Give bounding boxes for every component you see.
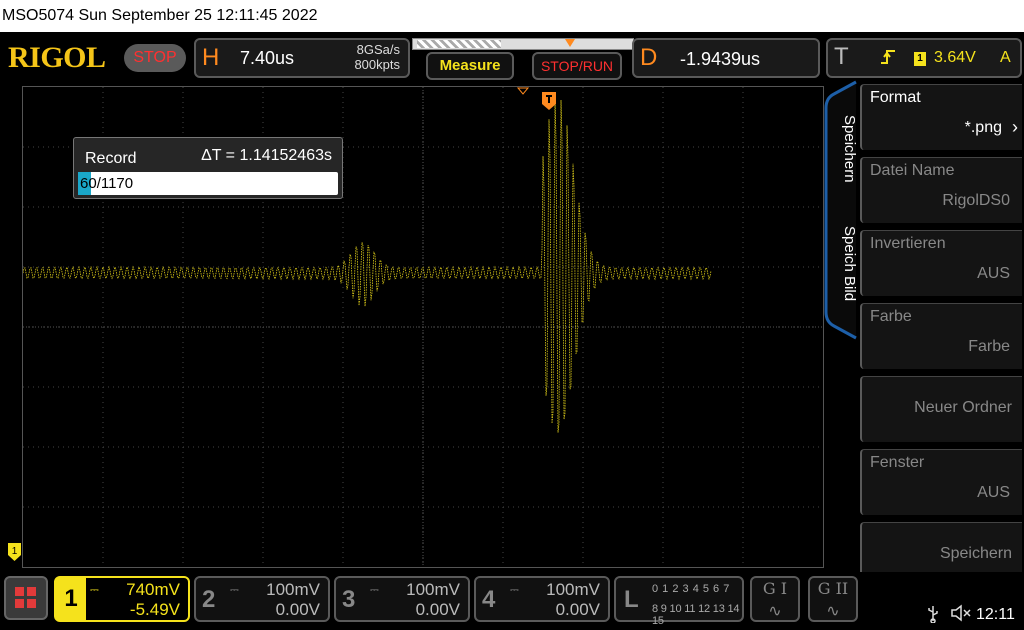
menu-item-farbe[interactable]: Farbe Farbe	[860, 303, 1022, 369]
delay-label: D	[640, 44, 658, 71]
logic-analyzer-box[interactable]: L 0 1 2 3 4 5 6 7 8 9 10 11 12 13 14 15	[614, 576, 744, 627]
menu-item-value: RigolDS0	[942, 192, 1010, 209]
memory-position-bar	[412, 38, 634, 50]
memory-window-indicator	[417, 40, 501, 48]
rising-edge-icon	[880, 48, 896, 71]
channel-scale: 740mV	[126, 580, 180, 599]
channel-offset: 0.00V	[275, 600, 320, 619]
trigger-source: 1	[914, 52, 926, 66]
generator-2-label: G II	[817, 579, 849, 598]
channel-2-box[interactable]: 2 ⎓ 100mV 0.00V	[194, 576, 330, 622]
menu-item-label: Invertieren	[870, 235, 946, 252]
menu-item-value: AUS	[977, 484, 1010, 501]
trigger-level-marker-icon[interactable]	[542, 92, 556, 110]
menu-item-label: Fenster	[870, 454, 925, 471]
svg-text:1: 1	[12, 546, 18, 557]
channel-number: 4	[482, 586, 496, 613]
measure-button[interactable]: Measure	[426, 52, 514, 80]
dc-coupling-icon: ⎓	[90, 584, 99, 596]
channel-3-box[interactable]: 3 ⎓ 100mV 0.00V	[334, 576, 470, 622]
generator-2-button[interactable]: G II ∿	[808, 576, 858, 622]
menu-item-datei-name[interactable]: Datei Name RigolDS0	[860, 157, 1022, 223]
trigger-box[interactable]: T 1 3.64V A	[826, 38, 1022, 78]
horizontal-label: H	[202, 44, 220, 71]
rigol-logo: RIGOL	[8, 41, 106, 74]
dc-coupling-icon: ⎓	[510, 584, 519, 596]
run-state-badge[interactable]: STOP	[124, 44, 186, 72]
menu-item-neuer-ordner[interactable]: Neuer Ordner	[860, 376, 1022, 442]
delay-value: -1.9439us	[680, 49, 761, 69]
generator-1-button[interactable]: G I ∿	[750, 576, 800, 622]
trigger-time-marker-icon	[516, 87, 530, 95]
menu-item-label: Datei Name	[870, 162, 955, 179]
channel-offset: 0.00V	[555, 600, 600, 619]
channel-number: 1	[56, 578, 86, 620]
timebase-value: 7.40us	[240, 48, 295, 68]
stop-run-button[interactable]: STOP/RUN	[532, 52, 622, 80]
dc-coupling-icon: ⎓	[230, 584, 239, 596]
channel-number: 3	[342, 586, 356, 613]
logic-channels-low: 0 1 2 3 4 5 6 7	[652, 583, 730, 595]
menu-item-value: Farbe	[968, 338, 1010, 355]
sample-rate: 8GSa/s	[356, 42, 400, 57]
record-frame-bar[interactable]: 60/1170	[78, 172, 338, 195]
menu-item-label: Format	[870, 89, 921, 106]
menu-item-value: AUS	[977, 265, 1010, 282]
horizontal-timebase-box[interactable]: H 7.40us 8GSa/s 800kpts	[194, 38, 410, 78]
sine-wave-icon: ∿	[768, 601, 782, 620]
title-bar: MSO5074 Sun September 25 12:11:45 2022	[0, 0, 1024, 32]
grid-menu-icon	[15, 587, 36, 608]
trigger-level: 3.64V	[934, 49, 976, 66]
dc-coupling-icon: ⎓	[370, 584, 379, 596]
sine-wave-icon: ∿	[826, 601, 840, 620]
record-delta-t: ΔT = 1.14152463s	[201, 147, 332, 164]
logic-channels-high: 8 9 10 11 12 13 14 15	[652, 603, 740, 627]
generator-1-label: G I	[762, 579, 788, 598]
record-frame-counter: 60/1170	[80, 175, 133, 192]
channel-offset: -5.49V	[129, 600, 180, 619]
bottom-bar: 1 ⎓ 740mV -5.49V 2 ⎓ 100mV 0.00V 3 ⎓ 100…	[0, 572, 1024, 630]
record-panel[interactable]: Record ΔT = 1.14152463s 60/1170	[73, 137, 343, 199]
channel-scale: 100mV	[546, 580, 600, 599]
menu-item-value: Speichern	[939, 545, 1012, 562]
channel-1-box[interactable]: 1 ⎓ 740mV -5.49V	[54, 576, 190, 622]
menu-item-format[interactable]: Format *.png ›	[860, 84, 1022, 150]
trigger-label: T	[834, 43, 849, 70]
system-clock: 12:11	[976, 606, 1015, 623]
menu-item-fenster[interactable]: Fenster AUS	[860, 449, 1022, 515]
save-menu: Format *.png › Datei Name RigolDS0 Inver…	[858, 84, 1024, 592]
record-title: Record	[85, 150, 137, 167]
speaker-muted-icon[interactable]	[950, 604, 972, 627]
trigger-mode: A	[1000, 49, 1011, 66]
channel-number: 2	[202, 586, 216, 613]
memory-depth: 800kpts	[354, 57, 400, 72]
header-bar: RIGOL STOP H 7.40us 8GSa/s 800kpts Measu…	[0, 32, 1024, 84]
tab-speichern[interactable]: Speichern	[826, 104, 858, 194]
channel-4-box[interactable]: 4 ⎓ 100mV 0.00V	[474, 576, 610, 622]
record-total-frames: /1170	[96, 175, 134, 192]
record-current-frame: 60	[80, 175, 97, 192]
menu-item-invertieren[interactable]: Invertieren AUS	[860, 230, 1022, 296]
tab-speich-bild[interactable]: Speich Bild	[826, 214, 858, 314]
menu-item-value: *.png	[964, 119, 1002, 136]
channel-offset: 0.00V	[415, 600, 460, 619]
usb-icon	[926, 605, 940, 628]
logic-label: L	[624, 586, 639, 613]
trigger-position-marker-icon	[565, 39, 575, 47]
ch1-offset-marker-icon[interactable]: 1	[8, 543, 21, 561]
channel-scale: 100mV	[266, 580, 320, 599]
menu-item-value: Neuer Ordner	[914, 399, 1012, 416]
main-menu-button[interactable]	[4, 576, 48, 620]
chevron-right-icon: ›	[1012, 117, 1018, 137]
channel-scale: 100mV	[406, 580, 460, 599]
menu-item-label: Farbe	[870, 308, 912, 325]
delay-box[interactable]: D -1.9439us	[632, 38, 820, 78]
